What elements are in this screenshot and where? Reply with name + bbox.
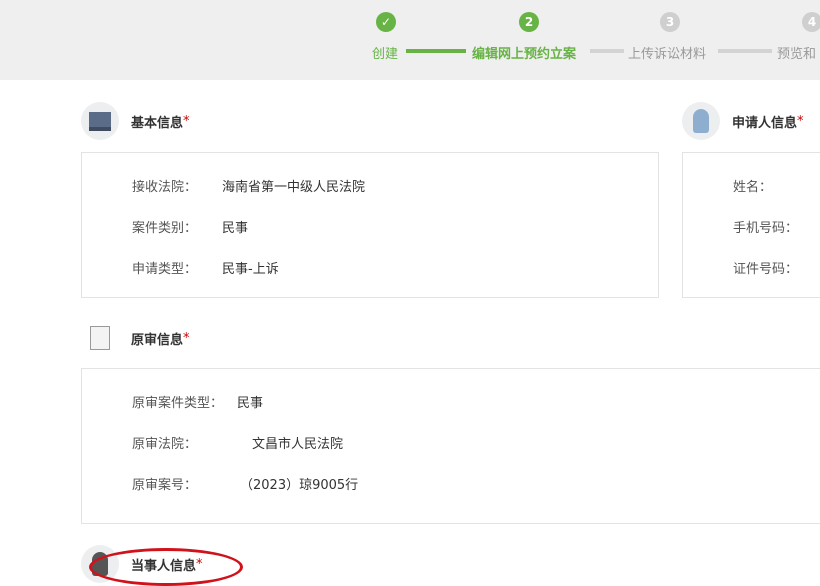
- field-value: 民事-上诉: [222, 262, 279, 277]
- field-value: 文昌市人民法院: [252, 437, 344, 452]
- step-4: 4: [802, 12, 820, 32]
- step-2: 2: [519, 12, 539, 32]
- field-label: 证件号码：: [733, 262, 799, 277]
- step-3-label: 上传诉讼材料: [628, 47, 707, 62]
- monitor-icon: [81, 102, 119, 140]
- field-label: 姓名：: [733, 180, 773, 195]
- field-label: 手机号码：: [733, 221, 799, 236]
- step-1-label: 创建: [372, 47, 399, 62]
- progress-header: ✓ 创建 2 编辑网上预约立案 3 上传诉讼材料 4 预览和: [0, 0, 820, 80]
- section-title: 原审信息: [131, 332, 184, 348]
- applicant-header: 申请人信息 *: [682, 102, 804, 140]
- field-label: 申请类型：: [132, 262, 198, 277]
- field-label: 原审案件类型：: [132, 396, 224, 411]
- field-label: 接收法院：: [132, 180, 198, 195]
- field-label: 案件类别：: [132, 221, 198, 236]
- annotation-ellipse: [89, 548, 243, 586]
- required-mark: *: [183, 330, 190, 346]
- document-icon: [81, 319, 119, 357]
- field-value: （2023）琼9005行: [240, 478, 359, 493]
- original-info-header: 原审信息 *: [81, 319, 190, 357]
- check-icon: ✓: [376, 12, 396, 32]
- field-value: 海南省第一中级人民法院: [222, 180, 366, 195]
- basic-info-card: 接收法院： 海南省第一中级人民法院 案件类别： 民事 申请类型： 民事-上诉: [81, 152, 659, 298]
- step-3: 3: [660, 12, 680, 32]
- required-mark: *: [797, 113, 804, 129]
- field-value: 民事: [222, 221, 249, 236]
- field-label: 原审案号：: [132, 478, 198, 493]
- section-title: 申请人信息: [732, 115, 798, 131]
- step-1: ✓: [376, 12, 396, 32]
- applicant-card: 姓名： 手机号码： 证件号码：: [682, 152, 820, 298]
- original-info-card: 原审案件类型： 民事 原审法院： 文昌市人民法院 原审案号： （2023）琼9005行: [81, 368, 820, 524]
- required-mark: *: [183, 113, 190, 129]
- step-connector: [718, 49, 772, 53]
- basic-info-header: 基本信息 *: [81, 102, 190, 140]
- person-icon: [682, 102, 720, 140]
- section-title: 基本信息: [131, 115, 184, 131]
- step-2-label: 编辑网上预约立案: [472, 47, 577, 62]
- step-4-label: 预览和: [777, 47, 817, 62]
- step-connector: [590, 49, 624, 53]
- field-value: 民事: [237, 396, 264, 411]
- step-connector: [406, 49, 466, 53]
- field-label: 原审法院：: [132, 437, 198, 452]
